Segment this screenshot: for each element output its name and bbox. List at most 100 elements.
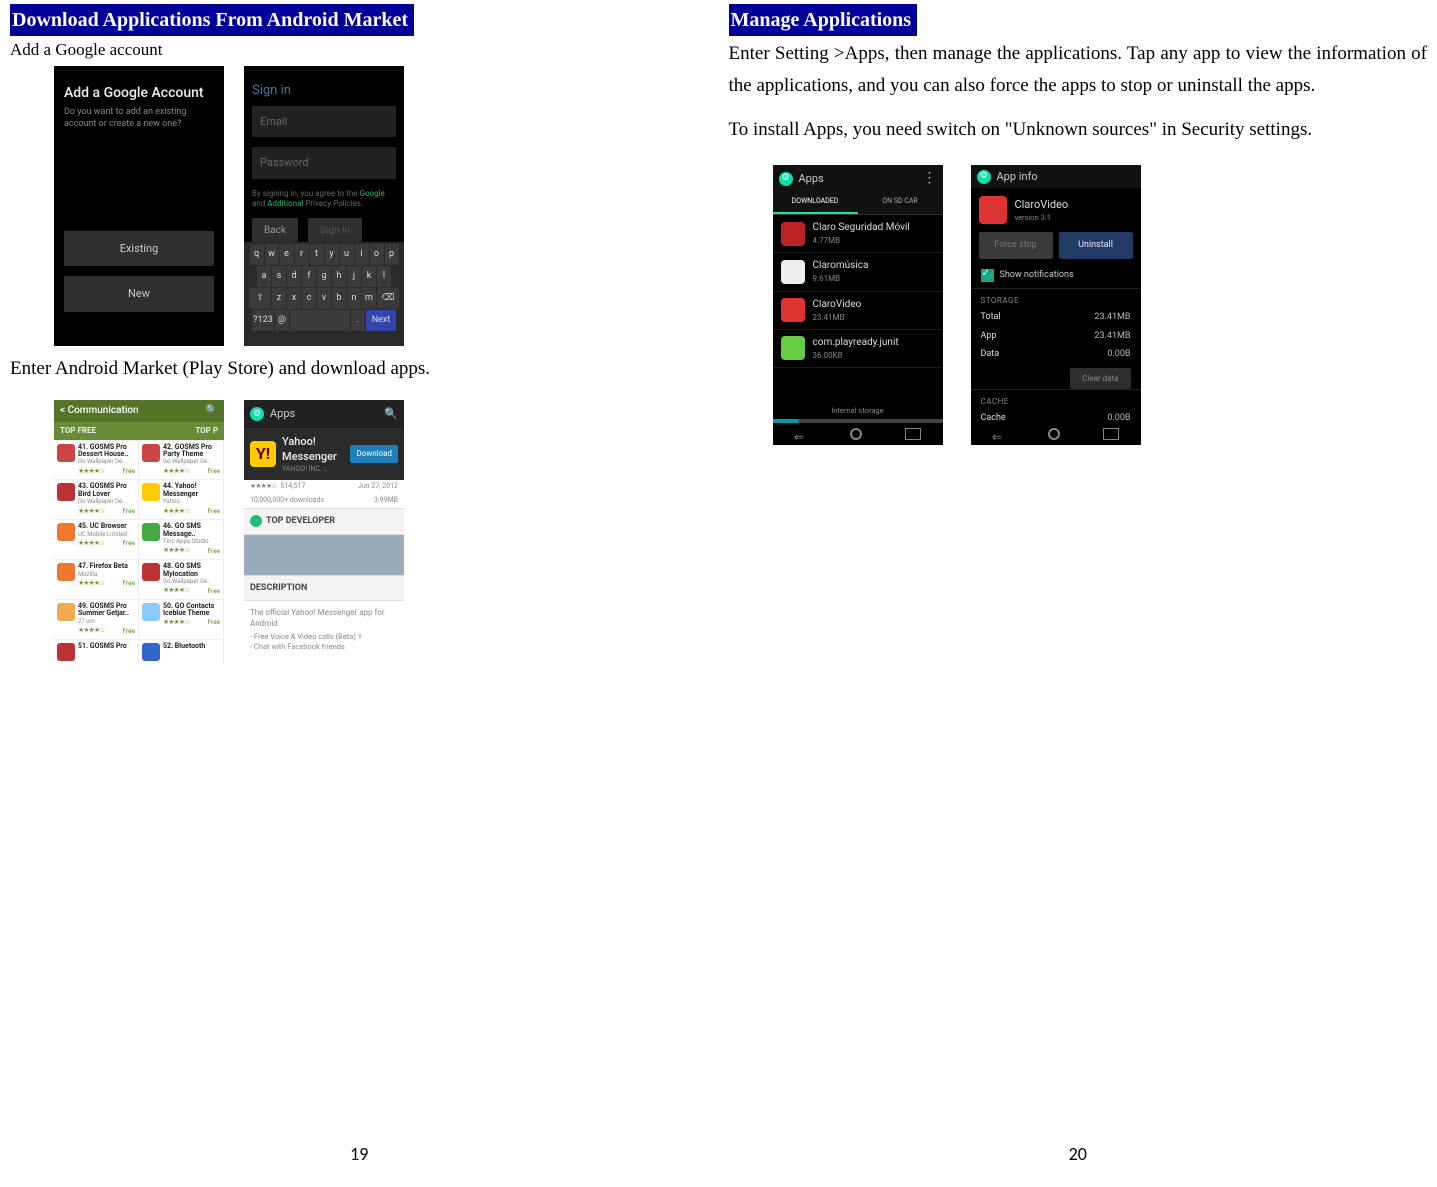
app-grid: 41. GOSMS Pro Dessert House..Go Wallpape… — [54, 440, 224, 664]
apps-list: Claro Seguridad Móvil4.77MB Claromúsica9… — [773, 215, 943, 368]
email-field[interactable]: Email — [252, 106, 396, 137]
page-number-left: 19 — [0, 1142, 719, 1167]
fineprint-and: and — [252, 199, 267, 208]
top-developer-label: TOP DEVELOPER — [266, 515, 335, 528]
app-row[interactable]: Claromúsica9.61MB — [773, 253, 943, 291]
recents-softkey-icon[interactable] — [905, 428, 921, 440]
download-count: 10,000,000+ downloads — [250, 496, 324, 506]
market-header: < Communication 🔍 — [54, 400, 224, 422]
app-cell[interactable]: 43. GOSMS Pro Bird LoverGo Wallpaper De.… — [54, 479, 139, 519]
data-label: Data — [981, 348, 1000, 361]
home-softkey-icon[interactable] — [1048, 428, 1060, 440]
key-mode[interactable]: ?123 — [252, 310, 274, 331]
app-size: 3.99MB — [374, 496, 398, 506]
signin-fineprint: By signing in, you agree to the Google a… — [244, 189, 404, 210]
keyboard[interactable]: qwertyuiop asdfghjkl ⇧zxcvbnm⌫ ?123@.Nex… — [244, 242, 404, 346]
app-cell[interactable]: 50. GO Contacts Iceblue Theme★★★★☆Free — [139, 599, 224, 639]
shot1-title: Add a Google Account — [54, 76, 224, 104]
password-field[interactable]: Password — [252, 147, 396, 178]
app-row[interactable]: ClaroVideo23.41MB — [773, 292, 943, 330]
search-icon[interactable]: 🔍 — [206, 404, 218, 418]
page-number-right: 20 — [719, 1142, 1437, 1167]
uninstall-button[interactable]: Uninstall — [1059, 232, 1133, 259]
show-notifications-checkbox[interactable] — [981, 269, 994, 282]
app-publisher: YAHOO! INC. ↓ — [282, 465, 344, 475]
app-cell[interactable]: 42. GOSMS Pro Party ThemeGo Wallpaper De… — [139, 440, 224, 480]
gear-icon[interactable]: ⚙ — [779, 172, 793, 186]
clear-data-button[interactable]: Clear data — [1070, 368, 1130, 389]
tab-downloaded[interactable]: DOWNLOADED — [773, 192, 858, 214]
cache-section-label: CACHE — [971, 389, 1141, 409]
link-additional-policy[interactable]: Additional — [267, 199, 303, 208]
screenshot-market-list: < Communication 🔍 TOP FREE TOP P 41. GOS… — [54, 400, 224, 680]
screenshot-sign-in: Sign in Email Password By signing in, yo… — [244, 66, 404, 346]
app-cell[interactable]: 46. GO SMS Message..Tino Apps Studio★★★★… — [139, 519, 224, 559]
signin-heading: Sign in — [244, 76, 404, 106]
total-label: Total — [981, 311, 1001, 324]
back-softkey-icon[interactable]: ⇐ — [794, 429, 808, 439]
storage-section-label: STORAGE — [971, 288, 1141, 308]
link-google-policy[interactable]: Google — [359, 189, 384, 198]
screenshot-apps-list: ⚙ Apps ⋮ DOWNLOADED ON SD CAR Claro Segu… — [773, 165, 943, 445]
left-heading: Download Applications From Android Marke… — [10, 4, 414, 36]
gear-icon[interactable]: ⚙ — [977, 170, 991, 184]
app-info-title: App info — [997, 169, 1038, 184]
page-left: Download Applications From Android Marke… — [0, 0, 719, 1187]
manage-apps-para-1: Enter Setting >Apps, then manage the app… — [729, 38, 1428, 103]
app-cell[interactable]: 51. GOSMS Pro — [54, 639, 139, 664]
document-spread: Download Applications From Android Marke… — [0, 0, 1437, 1187]
fineprint-post: Privacy Policies. — [303, 199, 363, 208]
key-next[interactable]: Next — [366, 310, 396, 331]
description-heading: DESCRIPTION — [244, 575, 404, 602]
app-cell[interactable]: 44. Yahoo! MessengerYahoo★★★★☆Free — [139, 479, 224, 519]
appinfo-name: ClaroVideo — [1015, 197, 1133, 212]
page-right: Manage Applications Enter Setting >Apps,… — [719, 0, 1437, 1187]
subheading-add-google: Add a Google account — [10, 38, 709, 62]
app-row[interactable]: com.playready.junit36.00KB — [773, 330, 943, 368]
yahoo-icon: Y! — [250, 441, 276, 467]
tab-on-sd-card[interactable]: ON SD CAR — [858, 192, 943, 214]
app-cell[interactable]: 45. UC BrowserUC Mobile Limited★★★★☆Free — [54, 519, 139, 559]
data-value: 0.00B — [1107, 348, 1130, 361]
back-button[interactable]: Back — [252, 218, 298, 244]
feature-2: - Chat with Facebook friends — [244, 642, 404, 653]
feature-1: - Free Voice & Video calls (Beta) † — [244, 632, 404, 643]
release-date: Jun 27, 2012 — [307, 482, 398, 492]
signin-button[interactable]: Sign in — [308, 218, 362, 244]
tab-top-paid[interactable]: TOP P — [195, 425, 218, 436]
manage-apps-para-2: To install Apps, you need switch on "Unk… — [729, 114, 1428, 146]
key-at[interactable]: @ — [275, 310, 289, 331]
subheading-enter-market: Enter Android Market (Play Store) and do… — [10, 356, 709, 383]
recents-softkey-icon[interactable] — [1103, 428, 1119, 440]
btn-existing[interactable]: Existing — [64, 231, 214, 266]
home-softkey-icon[interactable] — [850, 428, 862, 440]
app-cell[interactable]: 47. Firefox BetaMozilla★★★★☆Free — [54, 559, 139, 599]
appinfo-version: version 3.1 — [1015, 213, 1133, 224]
market-category: Communication — [68, 405, 139, 416]
total-value: 23.41MB — [1094, 311, 1130, 324]
ratings-count: 514,517 — [280, 482, 305, 492]
shot1-intro: Do you want to add an existing account o… — [54, 103, 224, 220]
app-label: App — [981, 330, 997, 343]
right-heading: Manage Applications — [729, 4, 918, 36]
app-value: 23.41MB — [1094, 330, 1130, 343]
app-name: Yahoo! Messenger — [282, 434, 344, 465]
btn-new[interactable]: New — [64, 276, 214, 311]
gear-icon[interactable]: ⚙ — [250, 407, 264, 421]
tab-top-free[interactable]: TOP FREE — [60, 425, 96, 436]
app-row[interactable]: Claro Seguridad Móvil4.77MB — [773, 215, 943, 253]
show-notifications-label: Show notifications — [1000, 269, 1074, 282]
app-cell[interactable]: 41. GOSMS Pro Dessert House..Go Wallpape… — [54, 440, 139, 480]
app-cell[interactable]: 48. GO SMS MylocationGo Wallpaper De..★★… — [139, 559, 224, 599]
app-cell[interactable]: 49. GOSMS Pro Summer Getjar..27 um★★★★☆F… — [54, 599, 139, 639]
search-icon[interactable]: 🔍 — [384, 406, 398, 421]
screenshot-app-info: ⚙ App info ClaroVideoversion 3.1 Force s… — [971, 165, 1141, 445]
download-button[interactable]: Download — [350, 445, 398, 462]
back-softkey-icon[interactable]: ⇐ — [992, 429, 1006, 439]
apps-title: Apps — [270, 406, 295, 421]
force-stop-button[interactable]: Force stop — [979, 232, 1053, 259]
screenshot-app-detail: ⚙ Apps 🔍 Y! Yahoo! Messenger YAHOO! INC.… — [244, 400, 404, 680]
overflow-menu-icon[interactable]: ⋮ — [923, 169, 937, 189]
app-cell[interactable]: 52. Bluetooth — [139, 639, 224, 664]
description-text: The official Yahoo! Messenger app for An… — [244, 601, 404, 631]
